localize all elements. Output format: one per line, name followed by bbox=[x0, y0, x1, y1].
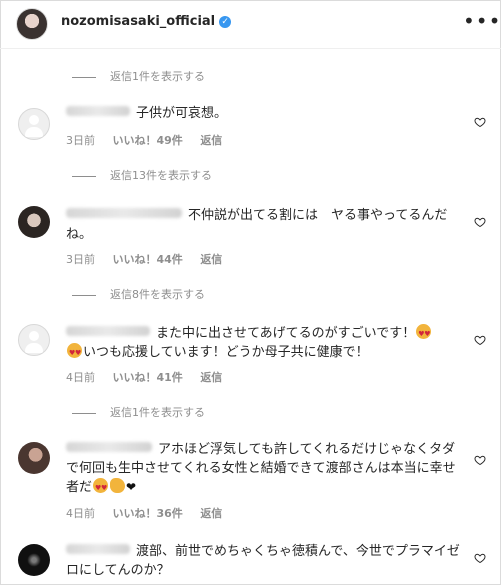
like-count[interactable]: いいね！44件 bbox=[113, 253, 183, 266]
view-replies-label[interactable]: 返信13件を表示する bbox=[110, 169, 212, 182]
reply-line bbox=[72, 175, 96, 177]
heart-eyes-emoji-icon bbox=[416, 324, 432, 344]
user-avatar[interactable] bbox=[18, 544, 50, 576]
comment-meta: 3日前 いいね！49件 返信 bbox=[66, 132, 236, 148]
reply-button[interactable]: 返信 bbox=[200, 134, 222, 147]
comment-meta: 4日前 いいね！36件 返信 bbox=[66, 505, 236, 521]
view-replies-label[interactable]: 返信8件を表示する bbox=[110, 288, 205, 301]
view-replies-label[interactable]: 返信1件を表示する bbox=[110, 406, 205, 419]
view-replies-button[interactable]: 返信8件を表示する bbox=[72, 286, 205, 302]
reply-button[interactable]: 返信 bbox=[200, 507, 222, 520]
view-replies-button[interactable]: 返信13件を表示する bbox=[72, 167, 212, 183]
reply-line bbox=[72, 76, 96, 78]
username-text[interactable]: nozomisasaki_official bbox=[61, 14, 215, 29]
reply-button[interactable]: 返信 bbox=[200, 253, 222, 266]
heart-eyes-emoji-icon bbox=[93, 478, 109, 498]
reply-line bbox=[72, 294, 96, 296]
like-count[interactable]: いいね！36件 bbox=[113, 507, 183, 520]
heart-outline-icon[interactable] bbox=[474, 116, 486, 128]
default-avatar-icon[interactable] bbox=[18, 108, 50, 140]
comment-body: アホほど浮気しても許してくれるだけじゃなくタダで何回も生中させてくれる女性と結婚… bbox=[66, 440, 460, 498]
heart-outline-icon[interactable] bbox=[474, 216, 486, 228]
heart-outline-icon[interactable] bbox=[474, 552, 486, 564]
view-replies-button[interactable]: 返信1件を表示する bbox=[72, 404, 205, 420]
comment-body: また中に出させてあげてるのがすごいです！ いつも応援しています！どうか母子共に健康… bbox=[66, 324, 460, 363]
comment-text-a: また中に出させてあげてるのがすごいです！ bbox=[156, 326, 416, 341]
user-avatar[interactable] bbox=[18, 206, 50, 238]
comment-body: 渡部、前世でめちゃくちゃ徳積んで、今世でプラマイゼロにしてんのか？ bbox=[66, 542, 460, 580]
black-heart-emoji-icon: ❤ bbox=[126, 480, 137, 494]
comment-text-b: いつも応援しています！どうか母子共に健康で！ bbox=[83, 345, 369, 360]
more-options-icon[interactable]: ••• bbox=[463, 9, 501, 33]
profile-avatar[interactable] bbox=[16, 8, 48, 40]
comment-text: 子供が可哀想。 bbox=[136, 106, 228, 121]
blurred-username[interactable] bbox=[66, 544, 130, 554]
view-replies-label[interactable]: 返信1件を表示する bbox=[110, 70, 205, 83]
reply-line bbox=[72, 412, 96, 414]
view-replies-button[interactable]: 返信1件を表示する bbox=[72, 68, 205, 84]
heart-eyes-emoji-icon bbox=[67, 343, 82, 363]
default-avatar-icon[interactable] bbox=[18, 324, 50, 356]
user-avatar[interactable] bbox=[18, 442, 50, 474]
blurred-username[interactable] bbox=[66, 208, 182, 218]
comment-time[interactable]: 3日前 bbox=[66, 253, 95, 266]
comment-time[interactable]: 4日前 bbox=[66, 507, 95, 520]
comment-meta: 4日前 いいね！41件 返信 bbox=[66, 369, 236, 385]
blurred-username[interactable] bbox=[66, 326, 150, 336]
comment-time[interactable]: 4日前 bbox=[66, 371, 95, 384]
like-count[interactable]: いいね！49件 bbox=[113, 134, 183, 147]
comment-body: 子供が可哀想。 bbox=[66, 104, 460, 123]
blurred-username[interactable] bbox=[66, 106, 130, 116]
comment-time[interactable]: 3日前 bbox=[66, 134, 95, 147]
blurred-username[interactable] bbox=[66, 442, 152, 452]
clapping-hands-emoji-icon bbox=[110, 478, 126, 493]
comment-meta: 3日前 いいね！44件 返信 bbox=[66, 251, 236, 267]
verified-badge-icon: ✓ bbox=[219, 16, 232, 28]
like-count[interactable]: いいね！41件 bbox=[113, 371, 183, 384]
reply-button[interactable]: 返信 bbox=[200, 371, 222, 384]
post-header: nozomisasaki_official ✓ ••• bbox=[0, 0, 501, 49]
comment-body: 不仲説が出てる割には ヤる事やってるんだね。 bbox=[66, 206, 460, 244]
heart-outline-icon[interactable] bbox=[474, 334, 486, 346]
profile-username[interactable]: nozomisasaki_official ✓ bbox=[61, 14, 232, 29]
heart-outline-icon[interactable] bbox=[474, 454, 486, 466]
